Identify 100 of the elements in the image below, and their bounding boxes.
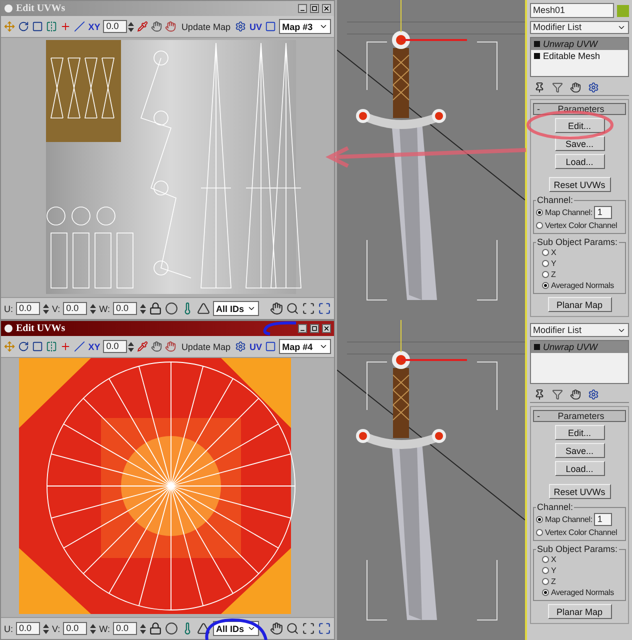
uv-toggle[interactable]: UV xyxy=(250,342,262,352)
update-map-button[interactable]: Update Map xyxy=(179,20,232,32)
w-label: W: xyxy=(99,624,110,634)
radio-option[interactable]: X xyxy=(536,555,623,564)
pipette-icon[interactable] xyxy=(137,20,148,33)
fit-icon[interactable] xyxy=(318,302,331,315)
reset-button[interactable]: Reset UVWs xyxy=(548,484,610,499)
zoom-icon[interactable] xyxy=(286,302,299,315)
object-name-field[interactable]: Mesh01 xyxy=(530,3,614,18)
radio-option[interactable]: Z xyxy=(536,577,623,586)
color-swatch[interactable] xyxy=(617,4,629,16)
panel-button[interactable]: Load... xyxy=(554,461,604,476)
spinner-field[interactable]: 0.0 xyxy=(103,20,128,33)
v-field[interactable]: 0.0 xyxy=(63,622,88,635)
modifier-list-dropdown[interactable]: Modifier List xyxy=(530,323,629,337)
square-icon[interactable] xyxy=(265,20,276,33)
minimize-icon[interactable] xyxy=(298,324,307,333)
zoom-region-icon[interactable] xyxy=(302,622,315,635)
reset-button[interactable]: Reset UVWs xyxy=(548,177,610,192)
uv-toggle[interactable]: UV xyxy=(250,22,262,32)
radio-option[interactable]: Z xyxy=(536,270,623,279)
id-filter-dropdown[interactable]: All IDs xyxy=(213,301,260,316)
plus-icon[interactable] xyxy=(60,20,72,33)
map-dropdown[interactable]: Map #3 xyxy=(279,19,331,34)
spinner-arrows-icon[interactable] xyxy=(90,622,96,634)
panel-button[interactable]: Load... xyxy=(554,154,604,169)
radio-option[interactable]: Map Channel: 1 xyxy=(536,206,623,219)
triangle-icon[interactable] xyxy=(197,302,210,315)
channel-field[interactable]: 1 xyxy=(594,206,612,219)
close-icon[interactable] xyxy=(322,4,331,13)
v-field[interactable]: 0.0 xyxy=(63,302,88,315)
stack-item[interactable]: Editable Mesh xyxy=(531,50,628,62)
radio-option[interactable]: Map Channel: 1 xyxy=(536,513,623,526)
line-icon[interactable] xyxy=(74,340,86,353)
pin-icon[interactable] xyxy=(534,389,545,400)
funnel-icon[interactable] xyxy=(552,82,563,93)
pan-icon[interactable] xyxy=(270,622,283,635)
modifier-list-dropdown[interactable]: Modifier List xyxy=(530,21,629,34)
radio-option[interactable]: Y xyxy=(536,566,623,575)
lock-icon[interactable] xyxy=(149,622,162,635)
triangle-icon[interactable] xyxy=(197,622,210,635)
line-icon[interactable] xyxy=(74,20,86,33)
hand-icon[interactable] xyxy=(570,389,581,400)
radio-option[interactable]: Averaged Normals xyxy=(536,588,623,597)
w-field[interactable]: 0.0 xyxy=(113,622,138,635)
pan-icon[interactable] xyxy=(270,302,283,315)
maximize-icon[interactable] xyxy=(310,324,319,333)
panel-button[interactable]: Edit... xyxy=(554,425,604,440)
fit-icon[interactable] xyxy=(318,622,331,635)
rollout-header[interactable]: - Parameters xyxy=(533,410,626,422)
zoom-region-icon[interactable] xyxy=(302,302,315,315)
maximize-icon[interactable] xyxy=(310,4,319,13)
update-map-button[interactable]: Update Map xyxy=(179,340,232,352)
hand-icon[interactable] xyxy=(165,340,176,353)
stack-item[interactable]: Unwrap UVW xyxy=(531,341,628,353)
u-field[interactable]: 0.0 xyxy=(16,622,40,635)
spinner-arrows-icon[interactable] xyxy=(90,302,96,314)
rotate-icon[interactable] xyxy=(18,20,30,33)
spinner-arrows-icon[interactable] xyxy=(128,20,134,32)
spinner-arrows-icon[interactable] xyxy=(128,340,134,352)
axis-toggle[interactable]: XY xyxy=(88,342,100,352)
hand-icon[interactable] xyxy=(151,20,162,33)
planar-map-button[interactable]: Planar Map xyxy=(548,297,612,312)
spinner-arrows-icon[interactable] xyxy=(140,622,146,634)
square-icon[interactable] xyxy=(265,340,276,353)
minimize-icon[interactable] xyxy=(298,4,307,13)
plus-icon[interactable] xyxy=(60,340,72,353)
close-icon[interactable] xyxy=(322,324,331,333)
lock-icon[interactable] xyxy=(149,302,162,315)
map-dropdown[interactable]: Map #4 xyxy=(279,339,331,354)
mirror-icon[interactable] xyxy=(46,340,58,353)
radio-option[interactable]: Y xyxy=(536,259,623,268)
u-field[interactable]: 0.0 xyxy=(16,302,40,315)
spinner-field[interactable]: 0.0 xyxy=(103,340,128,353)
radio-option[interactable]: X xyxy=(536,248,623,257)
rotate-icon[interactable] xyxy=(18,340,30,353)
mirror-icon[interactable] xyxy=(46,20,58,33)
hand-icon[interactable] xyxy=(570,82,581,93)
channel-field[interactable]: 1 xyxy=(594,513,612,526)
zoom-icon[interactable] xyxy=(286,622,299,635)
panel-button[interactable]: Edit... xyxy=(554,118,604,133)
radio-option[interactable]: Vertex Color Channel xyxy=(536,528,623,537)
configure-icon[interactable] xyxy=(588,389,599,400)
group-title: Channel: xyxy=(536,195,574,205)
panel-button[interactable]: Save... xyxy=(554,443,604,458)
stack-item[interactable]: Unwrap UVW xyxy=(531,38,628,50)
funnel-icon[interactable] xyxy=(552,389,563,400)
pipette-icon[interactable] xyxy=(137,340,148,353)
radio-option[interactable]: Averaged Normals xyxy=(536,281,623,290)
hand-icon[interactable] xyxy=(165,20,176,33)
radio-option[interactable]: Vertex Color Channel xyxy=(536,221,623,230)
axis-toggle[interactable]: XY xyxy=(88,22,100,32)
spinner-arrows-icon[interactable] xyxy=(43,302,49,314)
spinner-arrows-icon[interactable] xyxy=(43,622,49,634)
spinner-arrows-icon[interactable] xyxy=(140,302,146,314)
pin-icon[interactable] xyxy=(534,82,545,93)
configure-icon[interactable] xyxy=(588,82,599,93)
planar-map-button[interactable]: Planar Map xyxy=(548,604,612,619)
w-field[interactable]: 0.0 xyxy=(113,302,138,315)
hand-icon[interactable] xyxy=(151,340,162,353)
